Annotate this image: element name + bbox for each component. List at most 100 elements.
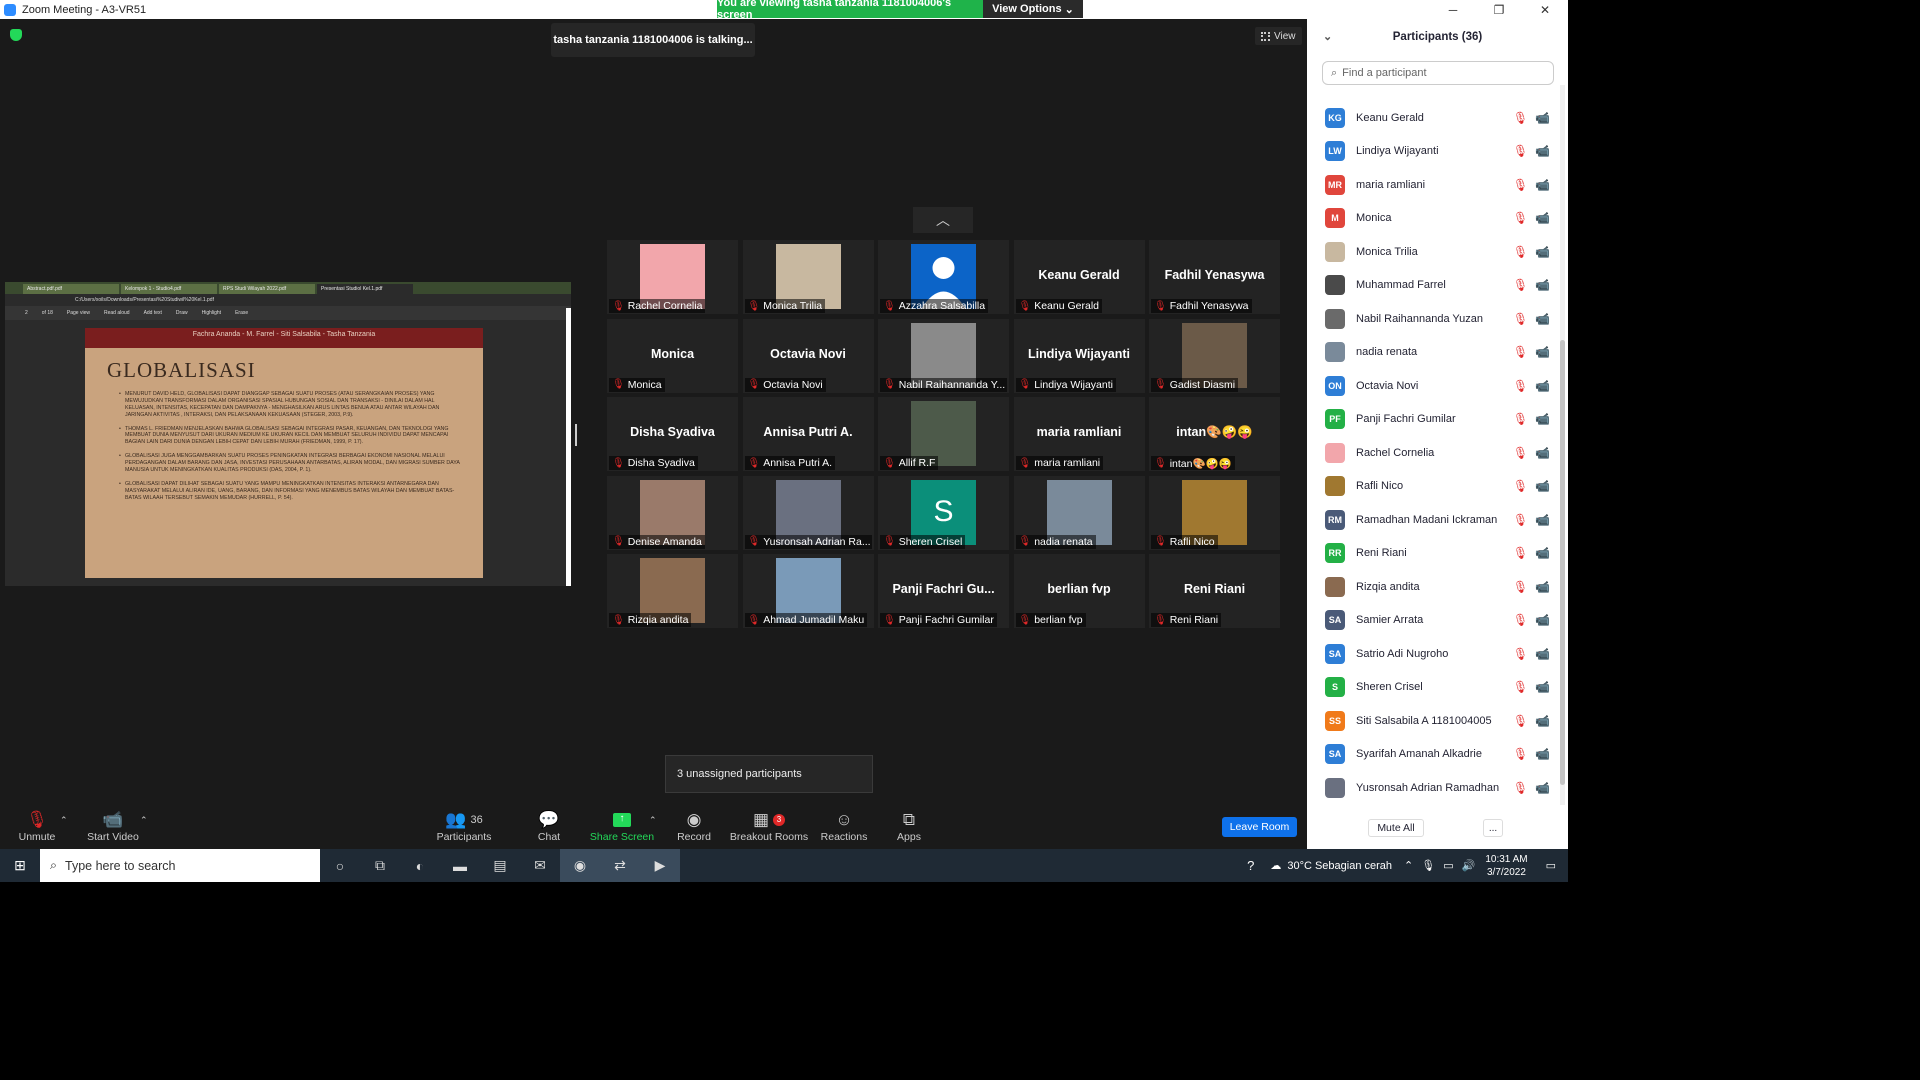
tile-name-label: 🎙 Allif R.F: [880, 456, 939, 470]
more-options-button[interactable]: ...: [1483, 819, 1503, 837]
participants-button[interactable]: 👥 36 Participants: [424, 809, 504, 843]
muted-microphone-icon: 🎙: [1512, 311, 1529, 326]
video-tile[interactable]: Monica 🎙 Monica: [607, 318, 738, 393]
video-tile[interactable]: Reni Riani 🎙 Reni Riani: [1149, 554, 1280, 628]
video-tile[interactable]: Disha Syadiva 🎙 Disha Syadiva: [607, 397, 738, 471]
maximize-icon[interactable]: ❐: [1476, 0, 1522, 19]
gallery-page-up-button[interactable]: ︿: [913, 207, 973, 233]
pdf-scrollbar[interactable]: [566, 308, 571, 586]
share-screen-label: Share Screen: [589, 831, 655, 843]
participant-row[interactable]: MR maria ramliani 🎙 📹: [1307, 168, 1560, 202]
file-explorer-icon[interactable]: ▬: [440, 849, 480, 882]
participant-row[interactable]: nadia renata 🎙 📹: [1307, 336, 1560, 370]
chat-button[interactable]: 💬 Chat: [509, 809, 589, 843]
participant-row[interactable]: LW Lindiya Wijayanti 🎙 📹: [1307, 135, 1560, 169]
video-tile[interactable]: 🎙 Nabil Raihannanda Y...: [878, 318, 1009, 393]
participant-row[interactable]: Muhammad Farrel 🎙 📹: [1307, 269, 1560, 303]
taskbar-clock[interactable]: 10:31 AM 3/7/2022: [1485, 853, 1527, 879]
split-divider-handle[interactable]: [575, 424, 577, 446]
unassigned-participants-notice[interactable]: 3 unassigned participants: [665, 755, 873, 793]
cortana-icon[interactable]: ○: [320, 849, 360, 882]
close-icon[interactable]: ✕: [1522, 0, 1568, 19]
participant-row[interactable]: SA Samier Arrata 🎙 📹: [1307, 604, 1560, 638]
apps-button[interactable]: ⧉ Apps: [869, 809, 949, 843]
video-tile[interactable]: S 🎙 Sheren Crisel: [878, 475, 1009, 550]
participant-row[interactable]: RR Reni Riani 🎙 📹: [1307, 537, 1560, 571]
muted-microphone-icon: 🎙: [1512, 345, 1529, 360]
notifications-icon[interactable]: ▭: [1546, 859, 1556, 872]
tile-name-label: 🎙 Gadist Diasmi: [1151, 377, 1239, 392]
participant-row[interactable]: Rachel Cornelia 🎙 📹: [1307, 436, 1560, 470]
participant-row[interactable]: Yusronsah Adrian Ramadhan 🎙 📹: [1307, 771, 1560, 805]
collapse-panel-icon[interactable]: ⌄: [1323, 30, 1332, 43]
participant-row[interactable]: M Monica 🎙 📹: [1307, 202, 1560, 236]
teamviewer-icon[interactable]: ⇄: [600, 849, 640, 882]
mute-all-button[interactable]: Mute All: [1368, 819, 1424, 837]
zoom-app-icon[interactable]: ▶: [640, 849, 680, 882]
video-tile[interactable]: 🎙 Rizqia andita: [607, 554, 738, 628]
weather-text[interactable]: 30°C Sebagian cerah: [1287, 860, 1392, 872]
security-shield-icon[interactable]: [10, 29, 22, 41]
video-options-caret-icon[interactable]: ⌃: [140, 815, 148, 826]
video-tile[interactable]: Keanu Gerald 🎙 Keanu Gerald: [1013, 240, 1145, 314]
video-tile[interactable]: Fadhil Yenasywa 🎙 Fadhil Yenasywa: [1149, 240, 1280, 314]
tray-chevron-icon[interactable]: ⌃: [1404, 859, 1413, 872]
microsoft-store-icon[interactable]: ▤: [480, 849, 520, 882]
chrome-icon[interactable]: ◉: [560, 849, 600, 882]
tile-center-name: Monica: [650, 346, 695, 361]
video-tile[interactable]: 🎙 Rachel Cornelia: [607, 240, 738, 314]
participant-list-scrollbar[interactable]: [1560, 85, 1565, 805]
video-tile[interactable]: 🎙 Ahmad Jumadil Maku: [742, 554, 874, 628]
window-title: Zoom Meeting - A3-VR51: [22, 3, 147, 16]
video-tile[interactable]: maria ramliani 🎙 maria ramliani: [1013, 397, 1145, 471]
video-tile[interactable]: intan🎨🤪😜 🎙 intan🎨🤪😜: [1149, 397, 1280, 471]
participant-status: 🎙 📹: [1513, 446, 1550, 460]
taskbar-search-input[interactable]: ⌕ Type here to search: [40, 849, 320, 882]
scrollbar-thumb[interactable]: [1560, 340, 1565, 785]
video-tile[interactable]: Lindiya Wijayanti 🎙 Lindiya Wijayanti: [1013, 318, 1145, 393]
find-participant-input[interactable]: ⌕ Find a participant: [1322, 61, 1554, 85]
edge-browser-icon[interactable]: ◐: [400, 849, 440, 882]
video-tile[interactable]: 🎙 Gadist Diasmi: [1149, 318, 1280, 393]
participant-row[interactable]: Rizqia andita 🎙 📹: [1307, 570, 1560, 604]
help-icon[interactable]: ?: [1247, 858, 1254, 873]
record-button[interactable]: ◉ Record: [654, 809, 734, 843]
video-tile[interactable]: 🎙 Monica Trilia: [742, 240, 874, 314]
view-options-button[interactable]: View Options ⌄: [983, 0, 1083, 18]
video-tile[interactable]: Annisa Putri A. 🎙 Annisa Putri A.: [742, 397, 874, 471]
participant-row[interactable]: SS Siti Salsabila A 1181004005 🎙 📹: [1307, 704, 1560, 738]
participant-row[interactable]: SA Syarifah Amanah Alkadrie 🎙 📹: [1307, 738, 1560, 772]
breakout-rooms-button[interactable]: ▦ 3 Breakout Rooms: [729, 809, 809, 843]
network-icon[interactable]: ▭: [1443, 859, 1453, 872]
participant-row[interactable]: Rafli Nico 🎙 📹: [1307, 470, 1560, 504]
participant-row[interactable]: KG Keanu Gerald 🎙 📹: [1307, 101, 1560, 135]
participant-row[interactable]: SA Satrio Adi Nugroho 🎙 📹: [1307, 637, 1560, 671]
minimize-icon[interactable]: ─: [1430, 0, 1476, 19]
view-button[interactable]: View: [1255, 27, 1302, 45]
volume-icon[interactable]: 🔊: [1462, 859, 1476, 872]
participant-row[interactable]: Nabil Raihannanda Yuzan 🎙 📹: [1307, 302, 1560, 336]
mail-icon[interactable]: ✉: [520, 849, 560, 882]
video-tile[interactable]: 🎙 nadia renata: [1013, 475, 1145, 550]
participant-row[interactable]: ON Octavia Novi 🎙 📹: [1307, 369, 1560, 403]
muted-microphone-icon: 🎙: [1512, 747, 1529, 762]
video-tile[interactable]: 🎙 Allif R.F: [878, 397, 1009, 471]
video-tile[interactable]: 🎙 Rafli Nico: [1149, 475, 1280, 550]
slide-bullet: GLOBALISASI DAPAT DILIHAT SEBAGAI SUATU …: [119, 481, 463, 502]
windows-start-icon[interactable]: ⊞: [0, 849, 40, 882]
leave-room-button[interactable]: Leave Room: [1222, 817, 1297, 837]
microphone-icon[interactable]: 🎙: [1421, 859, 1435, 872]
video-tile[interactable]: 🎙 Denise Amanda: [607, 475, 738, 550]
video-tile[interactable]: Panji Fachri Gu... 🎙 Panji Fachri Gumilar: [878, 554, 1009, 628]
video-tile[interactable]: 🎙 Azzahra Salsabilla: [878, 240, 1009, 314]
participant-row[interactable]: Monica Trilia 🎙 📹: [1307, 235, 1560, 269]
video-tile[interactable]: berlian fvp 🎙 berlian fvp: [1013, 554, 1145, 628]
video-tile[interactable]: Octavia Novi 🎙 Octavia Novi: [742, 318, 874, 393]
participant-row[interactable]: S Sheren Crisel 🎙 📹: [1307, 671, 1560, 705]
video-tile[interactable]: 🎙 Yusronsah Adrian Ra...: [742, 475, 874, 550]
task-view-icon[interactable]: ⧉: [360, 849, 400, 882]
participant-row[interactable]: PF Panji Fachri Gumilar 🎙 📹: [1307, 403, 1560, 437]
audio-options-caret-icon[interactable]: ⌃: [60, 815, 68, 826]
participant-row[interactable]: RM Ramadhan Madani Ickraman 🎙 📹: [1307, 503, 1560, 537]
shared-screen[interactable]: Abstract.pdf.pdf Kelompok 1 - Studio4.pd…: [5, 282, 571, 586]
